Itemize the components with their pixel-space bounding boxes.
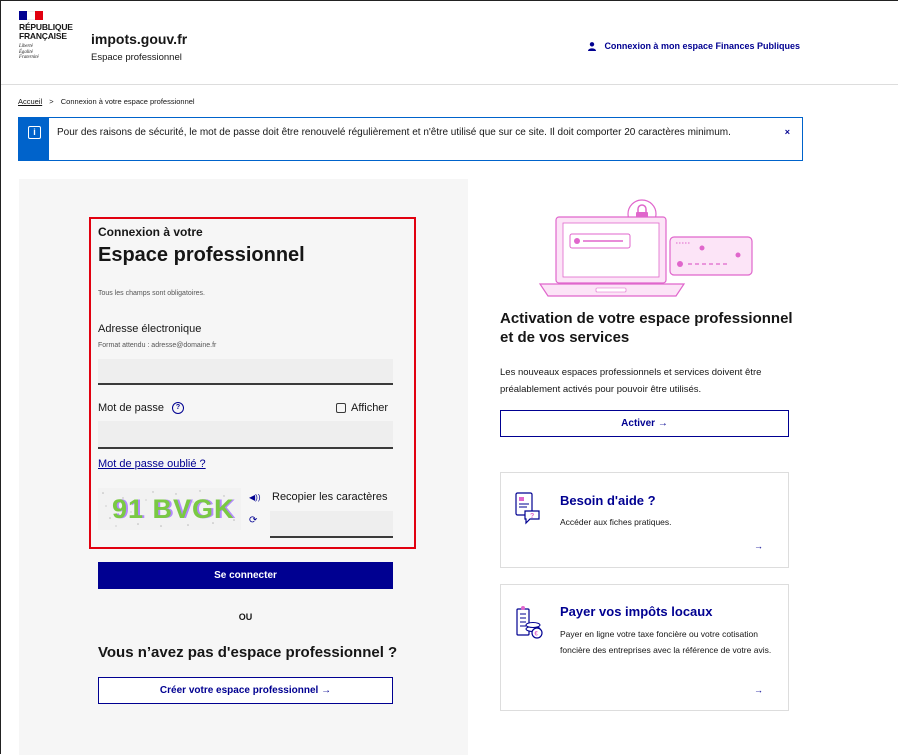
finances-publiques-login-link[interactable]: Connexion à mon espace Finances Publique…	[588, 41, 800, 51]
pay-local-taxes-card[interactable]: € Payer vos impôts locaux Payer en ligne…	[500, 584, 789, 711]
arrow-right-icon: →	[754, 685, 763, 695]
help-card-title: Besoin d'aide ?	[560, 493, 656, 508]
create-account-button[interactable]: Créer votre espace professionnel →	[98, 677, 393, 704]
help-card[interactable]: ? Besoin d'aide ? Accéder aux fiches pra…	[500, 472, 789, 568]
breadcrumb-separator-icon: >	[49, 97, 54, 106]
pay-local-taxes-text: Payer en ligne votre taxe foncière ou vo…	[560, 629, 772, 655]
french-flag-icon	[19, 11, 43, 20]
coins-payment-icon: €	[513, 605, 545, 644]
security-info-alert: i Pour des raisons de sécurité, le mot d…	[18, 117, 803, 161]
activate-button[interactable]: Activer →	[500, 410, 789, 437]
captcha-image: 91 BVGK	[98, 488, 241, 530]
show-password-toggle[interactable]: Afficher	[336, 402, 388, 414]
site-subtitle: Espace professionnel	[91, 52, 182, 63]
republic-title: RÉPUBLIQUE FRANÇAISE	[19, 23, 73, 41]
info-icon: i	[28, 126, 41, 139]
user-icon	[588, 41, 597, 51]
help-card-text: Accéder aux fiches pratiques.	[560, 517, 672, 527]
show-password-label: Afficher	[351, 402, 389, 414]
site-title[interactable]: impots.gouv.fr	[91, 31, 187, 47]
login-link-label: Connexion à mon espace Finances Publique…	[604, 41, 800, 51]
republic-title-line2: FRANÇAISE	[19, 31, 67, 41]
republique-francaise-logo[interactable]: RÉPUBLIQUE FRANÇAISE Liberté Égalité Fra…	[19, 11, 73, 61]
breadcrumb-current: Connexion à votre espace professionnel	[60, 97, 195, 106]
alert-bar: i	[19, 118, 49, 160]
captcha-input[interactable]	[270, 511, 393, 538]
password-field[interactable]	[98, 421, 393, 449]
email-label: Adresse électronique	[98, 323, 202, 335]
republic-motto: Liberté Égalité Fraternité	[19, 44, 73, 61]
motto-line3: Fraternité	[19, 55, 39, 60]
help-document-icon: ?	[513, 491, 543, 530]
email-field[interactable]	[98, 359, 393, 385]
login-title: Espace professionnel	[98, 244, 305, 266]
breadcrumb: Accueil > Connexion à votre espace profe…	[18, 97, 195, 106]
refresh-icon[interactable]: ⟳	[249, 515, 257, 526]
activation-text: Les nouveaux espaces professionnels et s…	[500, 367, 762, 395]
site-header: RÉPUBLIQUE FRANÇAISE Liberté Égalité Fra…	[1, 1, 898, 85]
close-icon[interactable]: ×	[785, 127, 790, 137]
required-fields-note: Tous les champs sont obligatoires.	[98, 290, 205, 297]
alert-text: Pour des raisons de sécurité, le mot de …	[57, 127, 731, 138]
svg-text:?: ?	[530, 513, 534, 520]
password-label-row: Mot de passe ?	[98, 402, 185, 414]
pay-local-taxes-title: Payer vos impôts locaux	[560, 604, 713, 619]
show-password-checkbox[interactable]	[336, 403, 346, 413]
login-submit-button[interactable]: Se connecter	[98, 562, 393, 589]
forgot-password-link[interactable]: Mot de passe oublié ?	[98, 458, 206, 470]
login-title-small: Connexion à votre	[98, 225, 203, 239]
laptop-security-illustration	[530, 192, 760, 307]
help-question-icon[interactable]: ?	[172, 402, 185, 414]
activation-title: Activation de votre espace professionnel…	[500, 310, 793, 346]
audio-icon[interactable]: ◀︎))	[249, 493, 260, 502]
no-account-heading: Vous n’avez pas d'espace professionnel ?	[98, 644, 398, 661]
arrow-right-icon: →	[754, 541, 763, 551]
captcha-label: Recopier les caractères	[272, 491, 388, 503]
captcha-characters: 91 BVGK	[112, 494, 235, 524]
breadcrumb-home-link[interactable]: Accueil	[18, 97, 42, 106]
email-format-hint: Format attendu : adresse@domaine.fr	[98, 342, 217, 349]
password-label: Mot de passe	[98, 402, 165, 414]
or-separator: OU	[238, 612, 253, 622]
